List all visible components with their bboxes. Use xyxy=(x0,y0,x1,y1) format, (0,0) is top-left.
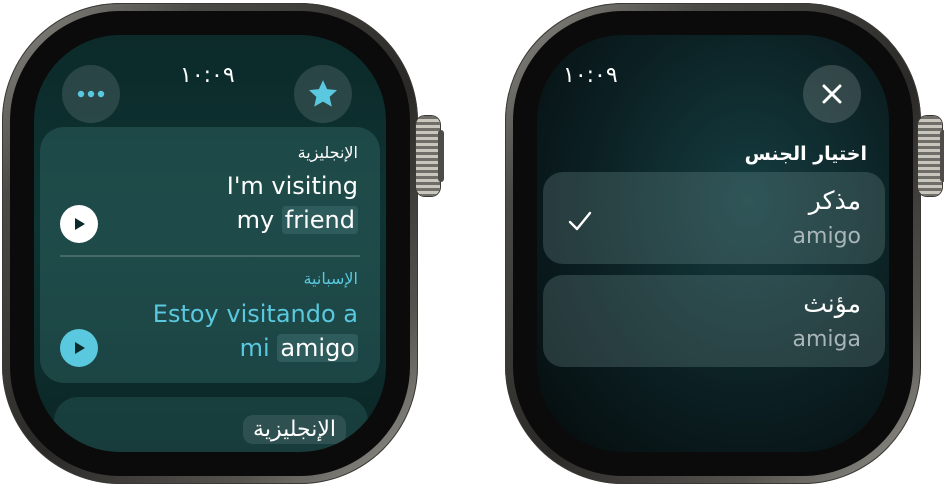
source-line-2: my friend xyxy=(227,203,358,237)
left-digital-crown xyxy=(416,116,444,196)
left-watch: ١٠:٠٩ الإنجليزية I'm visiting my friend … xyxy=(2,3,418,484)
highlighted-word-friend[interactable]: friend xyxy=(281,206,358,234)
status-time: ١٠:٠٩ xyxy=(180,63,235,88)
source-line-1: I'm visiting xyxy=(226,172,358,200)
option-feminine[interactable]: مؤنث amiga xyxy=(543,275,885,367)
status-time: ١٠:٠٩ xyxy=(563,63,618,88)
ellipsis-icon xyxy=(77,90,105,98)
play-target-button[interactable] xyxy=(60,329,98,367)
right-watch-screen: ١٠:٠٩ اختيار الجنس مذكر amigo مؤنث amiga xyxy=(537,35,889,452)
option-masculine-label: مذكر xyxy=(808,186,861,215)
target-sentence: Estoy visitando a mi amigo xyxy=(153,297,358,365)
option-masculine-word: amigo xyxy=(792,224,861,249)
card-divider xyxy=(60,255,360,257)
translation-card: الإنجليزية I'm visiting my friend الإسبا… xyxy=(40,127,380,383)
checkmark-icon xyxy=(568,211,592,231)
play-icon xyxy=(75,218,85,230)
option-feminine-word: amiga xyxy=(792,327,861,352)
source-sentence: I'm visiting my friend xyxy=(227,169,358,237)
source-line-2-prefix: my xyxy=(236,206,282,234)
option-masculine[interactable]: مذكر amigo xyxy=(543,172,885,264)
source-language-label: الإنجليزية xyxy=(297,143,358,162)
favorite-button[interactable] xyxy=(294,65,352,123)
star-icon xyxy=(308,80,338,107)
gender-selection-heading: اختيار الجنس xyxy=(744,143,867,165)
highlighted-word-amigo[interactable]: amigo xyxy=(277,334,358,362)
target-line-2-prefix: mi xyxy=(239,334,278,362)
language-button[interactable]: الإنجليزية xyxy=(243,415,346,444)
more-options-button[interactable] xyxy=(62,65,120,123)
close-icon xyxy=(822,84,842,104)
right-watch: ١٠:٠٩ اختيار الجنس مذكر amigo مؤنث amiga xyxy=(505,3,921,484)
target-language-label: الإسبانية xyxy=(303,269,358,288)
close-button[interactable] xyxy=(803,65,861,123)
right-digital-crown xyxy=(918,116,944,196)
play-icon xyxy=(75,342,85,354)
play-source-button[interactable] xyxy=(60,205,98,243)
target-line-2: mi amigo xyxy=(153,331,358,365)
left-watch-screen: ١٠:٠٩ الإنجليزية I'm visiting my friend … xyxy=(34,35,386,452)
target-line-1: Estoy visitando a xyxy=(152,300,358,328)
language-selector-card: الإنجليزية xyxy=(54,397,368,452)
option-feminine-label: مؤنث xyxy=(803,289,861,318)
